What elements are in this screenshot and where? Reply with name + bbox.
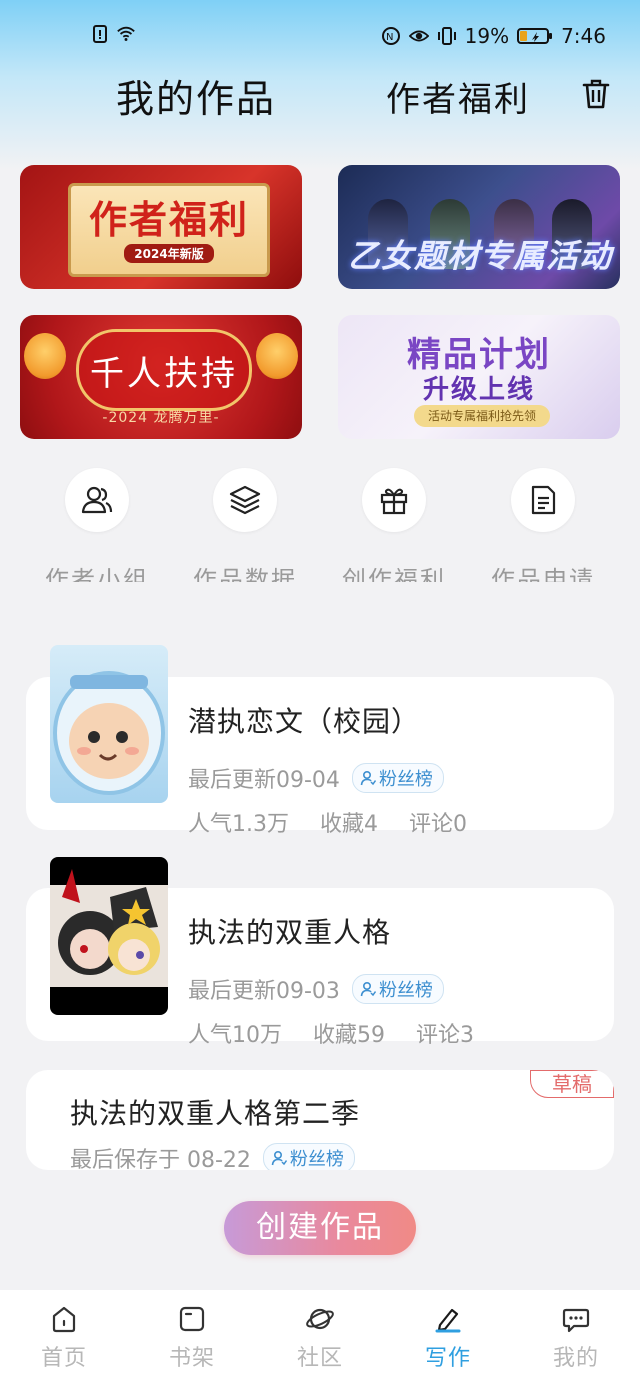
- pen-icon: [435, 1308, 461, 1333]
- fans-ranking-badge[interactable]: 粉丝榜: [351, 763, 444, 793]
- gift-icon: [362, 468, 426, 532]
- nav-label: 社区: [296, 1346, 343, 1371]
- quick-label: 作者小组: [45, 566, 149, 582]
- nav-home[interactable]: 首页: [0, 1304, 128, 1372]
- document-icon: [511, 468, 575, 532]
- vibrate-icon: [437, 27, 456, 45]
- create-work-button[interactable]: 创建作品: [224, 1201, 416, 1255]
- nfc-icon: N: [381, 27, 400, 45]
- trash-icon[interactable]: [578, 76, 614, 112]
- quick-label: 创作福利: [342, 566, 446, 582]
- banner-subtitle: 2024年新版: [124, 243, 214, 263]
- banner-title: 千人扶持: [76, 329, 252, 411]
- work-comments: 评论3: [416, 1023, 474, 1048]
- work-stats: 人气10万 收藏59 评论3: [188, 1017, 498, 1049]
- work-updated-text: 最后更新09-04: [188, 768, 340, 793]
- users-icon: [65, 468, 129, 532]
- chat-icon: [562, 1308, 590, 1333]
- quick-label: 作品数据: [193, 566, 297, 582]
- nav-label: 首页: [40, 1346, 87, 1371]
- user-icon: [360, 770, 376, 786]
- draft-card[interactable]: 草稿 执法的双重人格第二季 最后保存于 08-22 粉丝榜: [26, 1070, 614, 1170]
- bottom-nav: 首页 书架 社区 写作 我的: [0, 1290, 640, 1387]
- nav-label: 我的: [552, 1346, 599, 1371]
- work-cover-image[interactable]: [50, 857, 168, 1015]
- banner-scroll: 作者福利 2024年新版: [68, 183, 270, 277]
- banner-title: 作者福利: [88, 197, 249, 242]
- banner-subtitle: 升级上线: [422, 375, 535, 405]
- tab-author-welfare[interactable]: 作者福利: [386, 72, 530, 121]
- user-icon: [360, 981, 376, 997]
- quick-label: 作品申请: [491, 566, 595, 582]
- wifi-icon: [117, 26, 135, 41]
- status-bar: N 19% 7:46: [0, 22, 640, 54]
- quick-creation-welfare[interactable]: 创作福利: [324, 468, 464, 582]
- banner-note: 活动专属福利抢先领: [414, 405, 550, 427]
- work-cover-image[interactable]: [50, 645, 168, 803]
- work-stats: 人气1.3万 收藏4 评论0: [188, 806, 491, 838]
- work-favorites: 收藏59: [313, 1023, 385, 1048]
- fans-badge-label: 粉丝榜: [378, 980, 433, 1001]
- nav-bookshelf[interactable]: 书架: [128, 1304, 256, 1372]
- banner-author-welfare[interactable]: 作者福利 2024年新版: [20, 165, 302, 289]
- chibi-illustration: [50, 869, 168, 987]
- battery-icon: [517, 28, 553, 44]
- nav-writing[interactable]: 写作: [384, 1304, 512, 1372]
- sim-alert-icon: [93, 25, 107, 43]
- battery-percent: 19%: [464, 24, 510, 48]
- work-updated: 最后更新09-03 粉丝榜: [188, 973, 444, 1005]
- fans-ranking-badge[interactable]: 粉丝榜: [351, 974, 444, 1004]
- banner-title: 乙女题材专属活动: [348, 237, 613, 275]
- draft-title[interactable]: 执法的双重人格第二季: [70, 1092, 360, 1132]
- nav-mine[interactable]: 我的: [512, 1304, 640, 1372]
- svg-text:N: N: [386, 32, 393, 43]
- clock: 7:46: [561, 24, 606, 48]
- banner-premium-plan[interactable]: 精品计划 升级上线 活动专属福利抢先领: [338, 315, 620, 439]
- top-header: 我的作品 作者福利: [0, 66, 640, 121]
- lantern-icon: [24, 333, 66, 379]
- quick-author-group[interactable]: 作者小组: [27, 468, 167, 582]
- astronaut-illustration: [53, 671, 165, 795]
- draft-saved-text: 最后保存于 08-22: [70, 1148, 251, 1170]
- fans-badge-label: 粉丝榜: [378, 769, 433, 790]
- status-right: N 19% 7:46: [381, 24, 606, 48]
- quick-actions: 作者小组 作品数据 创作福利 作品申请: [0, 468, 640, 588]
- layers-icon: [213, 468, 277, 532]
- work-updated-text: 最后更新09-03: [188, 979, 340, 1004]
- tab-my-works[interactable]: 我的作品: [116, 68, 276, 123]
- status-left: [90, 24, 136, 44]
- work-updated: 最后更新09-04 粉丝榜: [188, 762, 444, 794]
- lantern-icon: [256, 333, 298, 379]
- banner-subtitle: -2024 龙腾万里-: [102, 410, 220, 426]
- work-popularity: 人气10万: [188, 1023, 282, 1048]
- bookshelf-icon: [179, 1306, 205, 1332]
- work-popularity: 人气1.3万: [188, 812, 289, 837]
- eye-icon: [408, 30, 429, 42]
- planet-icon: [306, 1308, 334, 1330]
- nav-label: 写作: [424, 1346, 471, 1371]
- work-comments: 评论0: [409, 812, 467, 837]
- work-title[interactable]: 执法的双重人格: [188, 911, 391, 951]
- banner-otome-event[interactable]: 乙女题材专属活动: [338, 165, 620, 289]
- work-title[interactable]: 潜执恋文（校园）: [188, 700, 420, 740]
- user-icon: [271, 1150, 287, 1166]
- work-favorites: 收藏4: [320, 812, 378, 837]
- banner-thousand-support[interactable]: 千人扶持 -2024 龙腾万里-: [20, 315, 302, 439]
- fans-badge-label: 粉丝榜: [289, 1149, 344, 1170]
- quick-work-data[interactable]: 作品数据: [175, 468, 315, 582]
- nav-community[interactable]: 社区: [256, 1304, 384, 1372]
- quick-work-application[interactable]: 作品申请: [473, 468, 613, 582]
- draft-saved: 最后保存于 08-22 粉丝榜: [70, 1142, 355, 1170]
- fans-ranking-badge[interactable]: 粉丝榜: [262, 1143, 355, 1170]
- draft-tag: 草稿: [530, 1070, 614, 1098]
- home-icon: [52, 1306, 76, 1333]
- nav-label: 书架: [168, 1346, 215, 1371]
